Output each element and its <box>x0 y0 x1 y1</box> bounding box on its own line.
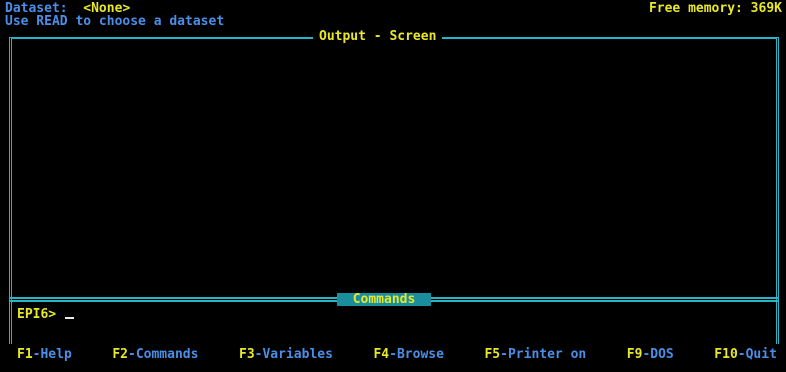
f3-variables-key[interactable]: F3-Variables <box>239 348 333 364</box>
fkey-label: -Help <box>32 347 72 362</box>
read-hint: Use READ to choose a dataset <box>5 14 225 29</box>
fkey-label: -DOS <box>642 347 674 362</box>
fkey-label: -Commands <box>128 347 199 362</box>
f4-browse-key[interactable]: F4-Browse <box>373 348 443 364</box>
output-area <box>13 42 775 292</box>
dos-screen: Dataset: <None> Free memory: 369K Use RE… <box>0 0 786 372</box>
fkey-label: -Variables <box>254 347 333 362</box>
fkey-number: F2 <box>112 347 128 362</box>
command-line[interactable]: EPI6> <box>17 307 75 322</box>
fkey-label: -Printer on <box>500 347 587 362</box>
fkey-label: -Browse <box>389 347 444 362</box>
command-prompt: EPI6> <box>17 307 57 322</box>
f1-help-key[interactable]: F1-Help <box>17 348 72 364</box>
fkey-number: F5 <box>484 347 501 362</box>
function-key-bar: F1-Help F2-Commands F3-Variables F4-Brow… <box>0 348 786 364</box>
fkey-number: F3 <box>239 347 255 362</box>
fkey-number: F10 <box>714 347 738 362</box>
fkey-number: F9 <box>626 347 643 362</box>
commands-label: Commands <box>337 293 431 306</box>
f2-commands-key[interactable]: F2-Commands <box>112 348 198 364</box>
fkey-number: F1 <box>17 347 33 362</box>
fkey-label: -Quit <box>737 347 777 362</box>
fkey-number: F4 <box>373 347 390 362</box>
text-cursor <box>65 317 75 319</box>
f9-dos-key[interactable]: F9-DOS <box>627 348 674 364</box>
f10-quit-key[interactable]: F10-Quit <box>714 348 777 364</box>
free-memory: Free memory: 369K <box>648 1 782 16</box>
f5-printer-key[interactable]: F5-Printer on <box>484 348 586 364</box>
